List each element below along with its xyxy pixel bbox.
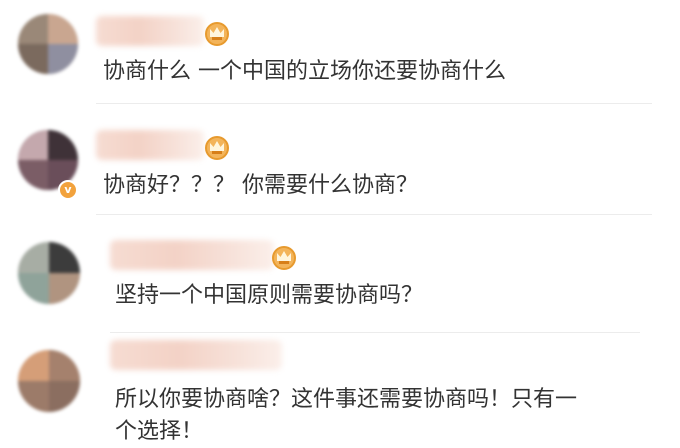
- comment-item: 所以你要协商啥？这件事还需要协商吗！只有一 个选择！: [0, 0, 680, 444]
- comment-text-continued: 个选择！: [115, 419, 204, 444]
- avatar[interactable]: [18, 350, 80, 412]
- comment-text: 所以你要协商啥？这件事还需要协商吗！只有一: [115, 387, 578, 412]
- username-blurred[interactable]: [110, 340, 282, 370]
